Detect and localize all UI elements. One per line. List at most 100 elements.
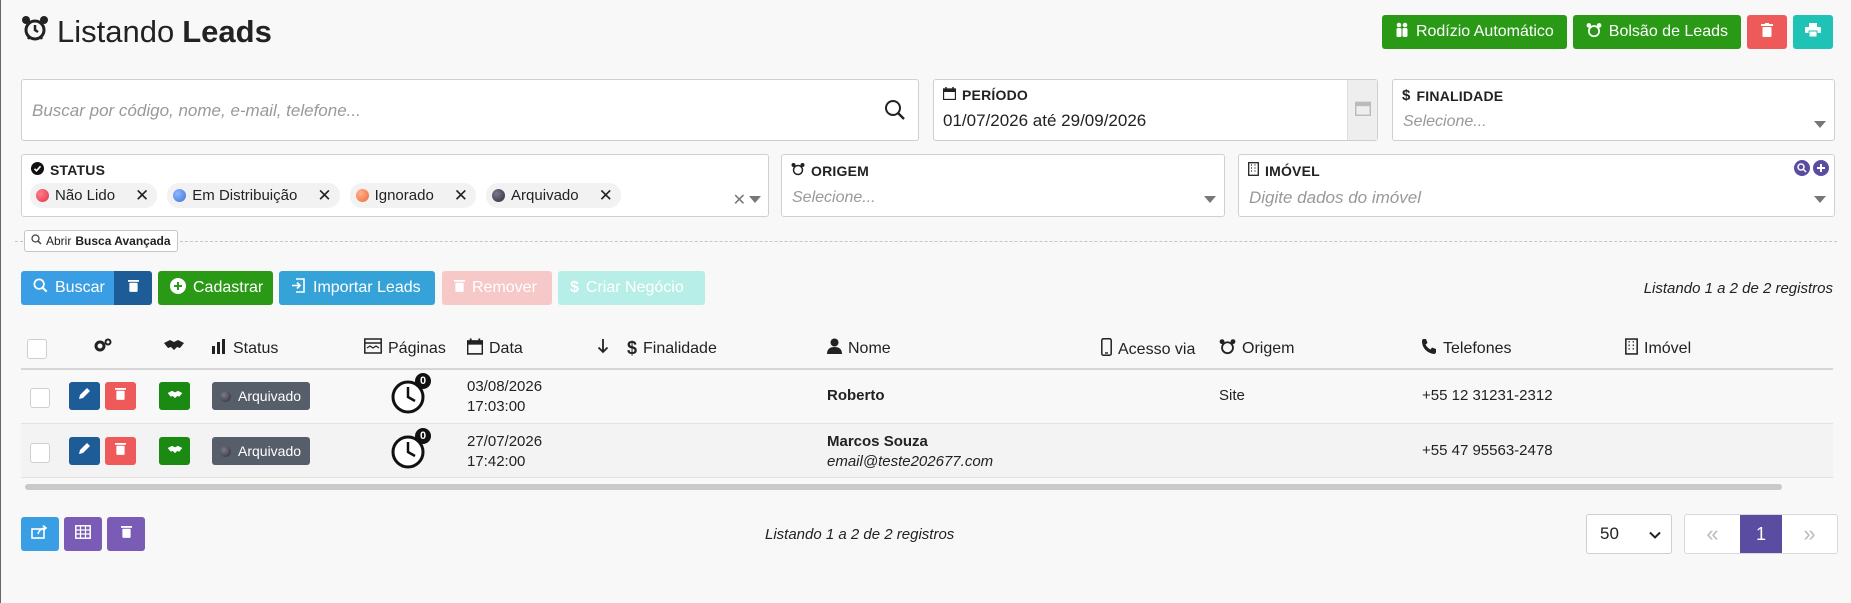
handshake-icon <box>167 387 183 405</box>
trash-icon <box>454 279 465 297</box>
bulk-delete-button[interactable] <box>107 517 145 551</box>
chevron-down-icon[interactable] <box>1814 196 1826 203</box>
column-imovel-label: Imóvel <box>1644 340 1692 357</box>
chip-label: Arquivado <box>511 187 579 204</box>
cadastrar-button[interactable]: Cadastrar <box>158 271 273 305</box>
alarm-clock-icon <box>1586 22 1602 43</box>
check-circle-icon <box>31 162 44 178</box>
column-status[interactable]: Status <box>211 338 278 359</box>
table-row[interactable]: Arquivado 0 27/07/2026 17:42:00 Marcos S… <box>21 424 1833 478</box>
edit-button[interactable] <box>69 437 100 465</box>
current-page-button[interactable]: 1 <box>1740 515 1782 553</box>
advanced-search-button[interactable]: Abrir Busca Avançada <box>24 230 178 252</box>
per-page-select[interactable]: 50 <box>1586 514 1672 554</box>
horizontal-scrollbar[interactable] <box>25 484 1782 490</box>
pages-indicator[interactable]: 0 <box>391 428 431 469</box>
row-checkbox[interactable] <box>30 388 50 408</box>
export-button[interactable] <box>21 517 59 551</box>
search-circle-icon[interactable] <box>1794 160 1810 181</box>
user-icon <box>827 338 842 359</box>
delete-button[interactable] <box>1747 15 1787 49</box>
remove-chip-icon[interactable]: ✕ <box>599 186 613 206</box>
row-name: Roberto <box>827 387 885 404</box>
sort-desc-icon[interactable] <box>597 338 609 354</box>
column-nome[interactable]: Nome <box>827 338 891 359</box>
remover-button[interactable]: Remover <box>442 271 552 305</box>
calendar-toggle[interactable] <box>1347 80 1377 140</box>
browser-icon <box>364 338 382 359</box>
status-badge: Arquivado <box>212 382 311 410</box>
status-chip-nao-lido: Não Lido ✕ <box>30 183 158 208</box>
row-checkbox[interactable] <box>30 443 50 463</box>
deal-button[interactable] <box>159 382 190 410</box>
remove-chip-icon[interactable]: ✕ <box>135 186 149 206</box>
column-finalidade[interactable]: $ Finalidade <box>627 338 717 359</box>
column-data[interactable]: Data <box>466 338 523 360</box>
imovel-input[interactable]: Digite dados do imóvel <box>1249 188 1421 208</box>
remove-chip-icon[interactable]: ✕ <box>317 186 331 206</box>
columns-icon <box>75 524 91 544</box>
phone-icon <box>1421 338 1437 359</box>
bolsao-de-leads-button[interactable]: Bolsão de Leads <box>1572 15 1741 49</box>
title-strong: Leads <box>182 14 272 49</box>
alarm-clock-icon <box>21 14 49 50</box>
clear-icon[interactable]: ✕ <box>733 190 746 210</box>
advanced-strong: Busca Avançada <box>75 234 171 248</box>
table-row[interactable]: Arquivado 0 03/08/2026 17:03:00 Roberto … <box>21 370 1833 424</box>
pages-indicator[interactable]: 0 <box>391 373 431 414</box>
row-phone: +55 47 95563-2478 <box>1422 442 1553 459</box>
pages-count: 0 <box>415 373 431 389</box>
origem-select[interactable]: Selecione... <box>792 189 876 207</box>
columns-button[interactable] <box>64 517 102 551</box>
delete-row-button[interactable] <box>105 437 136 465</box>
criar-negocio-button[interactable]: $ Criar Negócio <box>558 271 705 305</box>
status-field[interactable]: STATUS Não Lido ✕ Em Distribuição ✕ Igno… <box>21 154 769 217</box>
column-data-label: Data <box>489 340 523 357</box>
importar-label: Importar Leads <box>313 279 421 296</box>
print-button[interactable] <box>1793 15 1833 49</box>
title-prefix: Listando <box>57 14 175 49</box>
imovel-field[interactable]: IMÓVEL Digite dados do imóvel <box>1238 154 1835 217</box>
row-time: 17:42:00 <box>467 453 526 470</box>
origem-field[interactable]: ORIGEM Selecione... <box>781 154 1225 217</box>
finalidade-label: FINALIDADE <box>1416 87 1504 104</box>
column-imovel[interactable]: Imóvel <box>1625 338 1691 360</box>
delete-row-button[interactable] <box>105 382 136 410</box>
next-page-button[interactable]: » <box>1782 515 1837 553</box>
row-origem: Site <box>1219 387 1245 404</box>
select-all-checkbox[interactable] <box>27 339 47 359</box>
trash-icon <box>115 387 126 405</box>
importar-leads-button[interactable]: Importar Leads <box>279 271 435 305</box>
column-acesso[interactable]: Acesso via <box>1101 338 1195 361</box>
date-cell: 27/07/2026 17:42:00 <box>467 432 542 472</box>
add-circle-icon[interactable] <box>1813 160 1829 181</box>
rodizio-automatico-button[interactable]: Rodízio Automático <box>1381 15 1567 49</box>
column-paginas[interactable]: Páginas <box>364 338 446 359</box>
clear-search-button[interactable] <box>114 271 152 305</box>
row-email[interactable]: email@teste202677.com <box>827 452 993 472</box>
search-icon[interactable] <box>884 99 906 126</box>
chevron-down-icon[interactable] <box>1814 121 1826 128</box>
finalidade-select[interactable]: Selecione... <box>1403 113 1487 131</box>
search-input[interactable]: Buscar por código, nome, e-mail, telefon… <box>32 101 361 121</box>
bolsao-label: Bolsão de Leads <box>1608 23 1728 40</box>
column-telefones[interactable]: Telefones <box>1421 338 1512 359</box>
remover-label: Remover <box>472 279 537 296</box>
deal-button[interactable] <box>159 437 190 465</box>
periodo-field[interactable]: PERÍODO 01/07/2026 até 29/09/2026 <box>933 79 1378 141</box>
criar-negocio-label: Criar Negócio <box>585 279 684 296</box>
page-frame: Listando Leads Rodízio Automático Bolsão… <box>0 0 1851 603</box>
chevron-down-icon[interactable] <box>749 196 761 203</box>
building-icon <box>1248 162 1259 179</box>
pencil-icon <box>78 442 91 460</box>
chevron-down-icon[interactable] <box>1204 196 1216 203</box>
prev-page-button[interactable]: « <box>1685 515 1740 553</box>
finalidade-field[interactable]: $ FINALIDADE Selecione... <box>1392 79 1835 141</box>
search-box[interactable]: Buscar por código, nome, e-mail, telefon… <box>21 79 919 141</box>
periodo-value[interactable]: 01/07/2026 até 29/09/2026 <box>943 111 1146 131</box>
remove-chip-icon[interactable]: ✕ <box>454 186 468 206</box>
column-origem[interactable]: Origem <box>1219 338 1294 360</box>
edit-button[interactable] <box>69 382 100 410</box>
cadastrar-label: Cadastrar <box>193 279 264 296</box>
buscar-button[interactable]: Buscar <box>21 271 114 305</box>
